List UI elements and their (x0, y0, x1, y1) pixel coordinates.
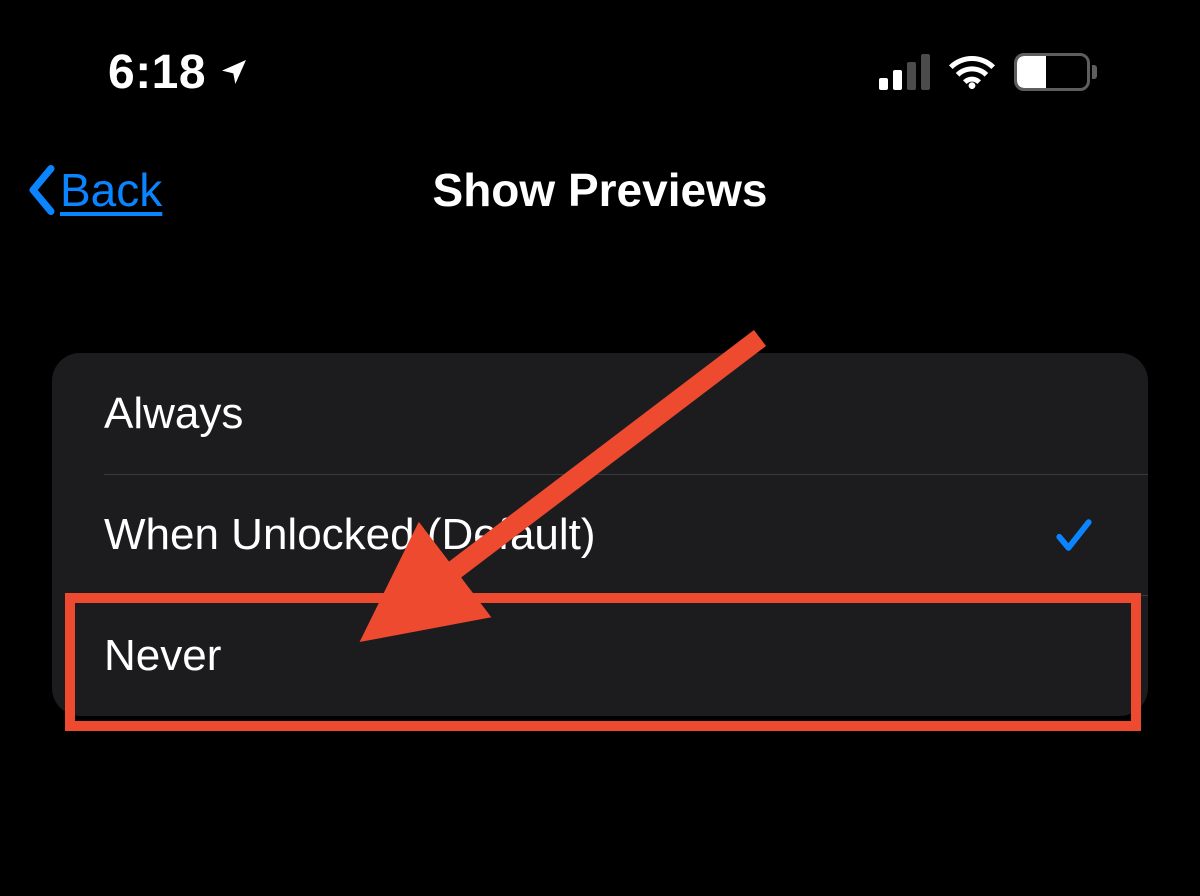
option-label: Never (104, 631, 221, 681)
status-bar-left: 6:18 (108, 45, 250, 100)
status-time: 6:18 (108, 45, 206, 100)
status-bar: 6:18 42 (0, 42, 1200, 102)
wifi-icon (948, 54, 996, 90)
option-label: Always (104, 389, 243, 439)
battery-percent: 42 (1017, 56, 1087, 88)
back-label: Back (60, 163, 162, 217)
option-never[interactable]: Never (52, 595, 1148, 716)
nav-bar: Back Show Previews (0, 150, 1200, 230)
option-label: When Unlocked (Default) (104, 510, 596, 560)
status-bar-right: 42 (879, 52, 1100, 92)
back-button[interactable]: Back (26, 163, 162, 217)
chevron-left-icon (26, 165, 58, 215)
cellular-icon (879, 54, 930, 90)
option-always[interactable]: Always (52, 353, 1148, 474)
battery-icon: 42 (1014, 52, 1100, 92)
checkmark-icon (1052, 513, 1096, 557)
location-icon (218, 56, 250, 88)
preview-options-group: Always When Unlocked (Default) Never (52, 353, 1148, 716)
option-when-unlocked[interactable]: When Unlocked (Default) (52, 474, 1148, 595)
page-title: Show Previews (433, 163, 768, 217)
